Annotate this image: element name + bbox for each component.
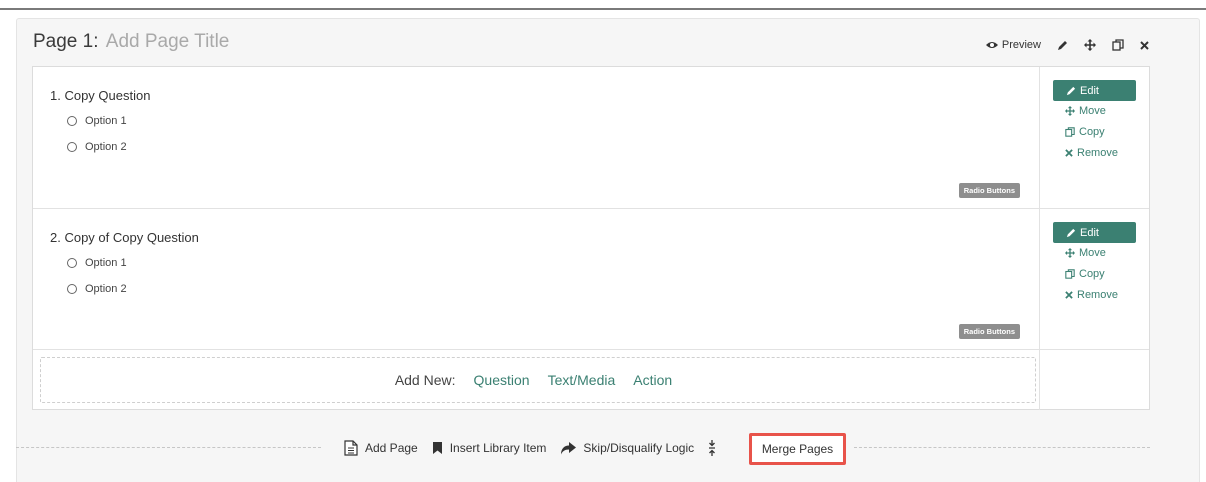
move-question-link[interactable]: Move xyxy=(1065,105,1106,117)
pencil-icon xyxy=(1066,86,1076,95)
add-new-side xyxy=(1040,350,1149,410)
skip-logic-button[interactable]: Skip/Disqualify Logic xyxy=(560,441,694,455)
move-page-button[interactable] xyxy=(1084,39,1096,51)
copy-question-link[interactable]: Copy xyxy=(1065,268,1105,280)
remove-question-link[interactable]: Remove xyxy=(1065,289,1118,301)
add-new-label: Add New: xyxy=(394,372,456,388)
question-row: 2. Copy of Copy Question Option 1 Option… xyxy=(33,209,1149,350)
move-question-link[interactable]: Move xyxy=(1065,247,1106,259)
remove-label: Remove xyxy=(1077,289,1118,301)
radio-option: Option 1 xyxy=(67,115,127,127)
insert-library-item-label: Insert Library Item xyxy=(449,441,547,455)
preview-button[interactable]: Preview xyxy=(985,39,1041,51)
remove-question-link[interactable]: Remove xyxy=(1065,147,1118,159)
page-toolbar: Preview xyxy=(985,39,1149,51)
delete-page-button[interactable] xyxy=(1140,40,1149,50)
radio-icon xyxy=(67,142,77,152)
page-title[interactable]: Page 1: Add Page Title xyxy=(33,31,229,53)
copy-label: Copy xyxy=(1079,268,1105,280)
merge-pages-label: Merge Pages xyxy=(761,442,834,456)
divider-right xyxy=(854,447,1150,448)
add-new-row: Add New: Question Text/Media Action xyxy=(33,350,1149,410)
page-number: Page 1: xyxy=(33,31,99,52)
edit-page-button[interactable] xyxy=(1057,40,1068,51)
copy-icon xyxy=(1065,269,1075,279)
add-action-link[interactable]: Action xyxy=(633,372,672,388)
close-icon xyxy=(1065,149,1073,157)
move-icon xyxy=(1065,248,1075,258)
pencil-icon xyxy=(1058,40,1067,50)
option-label: Option 1 xyxy=(85,115,127,127)
move-icon xyxy=(1065,106,1075,116)
question-body[interactable]: 1. Copy Question Option 1 Option 2 Radio… xyxy=(33,67,1040,208)
question-title[interactable]: 2. Copy of Copy Question xyxy=(50,230,199,245)
move-label: Move xyxy=(1079,105,1106,117)
move-label: Move xyxy=(1079,247,1106,259)
document-icon xyxy=(344,440,358,456)
close-icon xyxy=(1065,291,1073,299)
question-body[interactable]: 2. Copy of Copy Question Option 1 Option… xyxy=(33,209,1040,349)
copy-question-link[interactable]: Copy xyxy=(1065,126,1105,138)
page-actions: Add Page Insert Library Item Skip/Disqua… xyxy=(344,434,723,462)
divider-left xyxy=(16,447,321,448)
copy-label: Copy xyxy=(1079,126,1105,138)
close-icon xyxy=(1140,40,1149,50)
questions-list: 1. Copy Question Option 1 Option 2 Radio… xyxy=(32,66,1150,410)
merge-pages-button[interactable]: Merge Pages xyxy=(749,433,846,465)
top-rule xyxy=(0,8,1206,10)
bookmark-icon xyxy=(432,442,442,454)
question-actions: Edit Move Copy Remove xyxy=(1040,209,1149,349)
question-title[interactable]: 1. Copy Question xyxy=(50,88,150,103)
edit-label: Edit xyxy=(1080,226,1099,239)
copy-icon xyxy=(1065,127,1075,137)
radio-icon xyxy=(67,284,77,294)
preview-label: Preview xyxy=(1001,39,1041,51)
page-title-placeholder[interactable]: Add Page Title xyxy=(106,31,230,52)
add-new-box: Add New: Question Text/Media Action xyxy=(40,357,1036,403)
radio-option: Option 1 xyxy=(67,257,127,269)
add-question-link[interactable]: Question xyxy=(474,372,530,388)
remove-label: Remove xyxy=(1077,147,1118,159)
page-card: Page 1: Add Page Title Preview 1. Copy Q… xyxy=(16,18,1200,482)
copy-page-button[interactable] xyxy=(1112,39,1124,51)
radio-option: Option 2 xyxy=(67,283,127,295)
radio-option: Option 2 xyxy=(67,141,127,153)
merge-icon-wrap xyxy=(708,440,723,456)
copy-icon xyxy=(1112,39,1124,51)
question-type-badge: Radio Buttons xyxy=(958,183,1020,198)
eye-icon xyxy=(985,42,998,48)
skip-logic-label: Skip/Disqualify Logic xyxy=(583,441,695,455)
add-page-label: Add Page xyxy=(365,441,418,455)
option-label: Option 1 xyxy=(85,257,127,269)
option-label: Option 2 xyxy=(85,283,127,295)
add-text-media-link[interactable]: Text/Media xyxy=(548,372,616,388)
radio-icon xyxy=(67,116,77,126)
page-actions-bar: Add Page Insert Library Item Skip/Disqua… xyxy=(16,433,1150,465)
move-icon xyxy=(1084,39,1096,51)
edit-question-button[interactable]: Edit xyxy=(1053,80,1136,101)
merge-icon xyxy=(709,440,716,456)
radio-icon xyxy=(67,258,77,268)
pencil-icon xyxy=(1066,228,1076,237)
edit-label: Edit xyxy=(1080,84,1099,97)
question-row: 1. Copy Question Option 1 Option 2 Radio… xyxy=(33,67,1149,209)
share-arrow-icon xyxy=(561,441,577,454)
question-type-badge: Radio Buttons xyxy=(958,324,1020,339)
add-page-button[interactable]: Add Page xyxy=(344,440,418,456)
option-label: Option 2 xyxy=(85,141,127,153)
edit-question-button[interactable]: Edit xyxy=(1053,222,1136,243)
add-new-area: Add New: Question Text/Media Action xyxy=(33,350,1040,410)
insert-library-item-button[interactable]: Insert Library Item xyxy=(432,441,547,455)
question-actions: Edit Move Copy Remove xyxy=(1040,67,1149,208)
